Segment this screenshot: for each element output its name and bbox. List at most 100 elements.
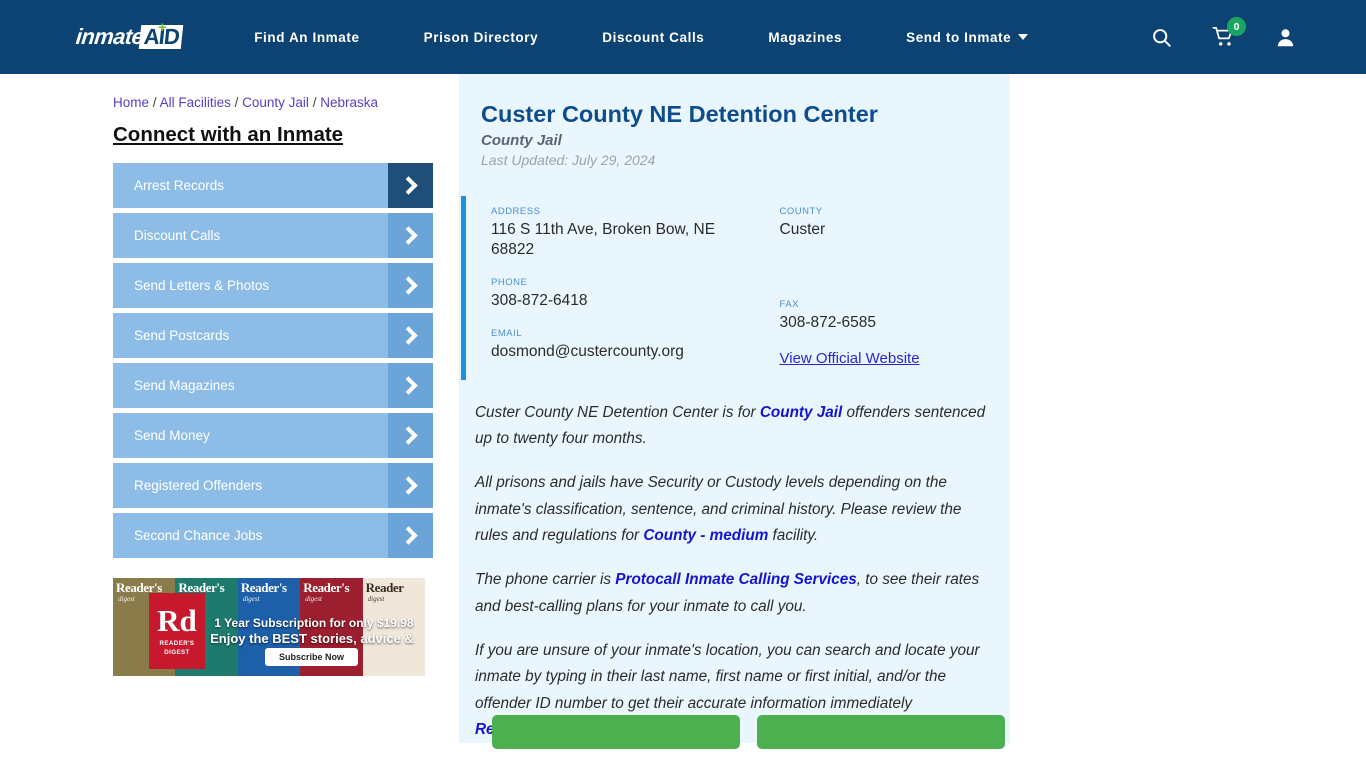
ad-brand-sub: READER'S DIGEST <box>159 639 195 656</box>
county-value: Custer <box>779 221 826 239</box>
search-icon[interactable] <box>1151 27 1172 48</box>
nav-item-discount-calls[interactable]: Discount Calls <box>602 30 704 45</box>
ad-cover-sub: digest <box>118 595 135 603</box>
ad-cover-sub: digest <box>305 595 322 603</box>
ad-cover-sub: digest <box>242 595 260 603</box>
sidebar-item-label: Send Postcards <box>134 328 230 343</box>
breadcrumb-separator: / <box>312 95 317 110</box>
official-website-link[interactable]: View Official Website <box>780 350 920 367</box>
facility-info-left: ADDRESS 116 S 11th Ave, Broken Bow, NE 6… <box>491 206 751 368</box>
nav-icon-group: 0 <box>1151 17 1296 48</box>
sidebar-item-second-chance-jobs[interactable]: Second Chance Jobs <box>113 513 433 558</box>
county-group: COUNTY Custer <box>780 206 1011 240</box>
p1-text-a: Custer County NE Detention Center is for <box>475 403 760 421</box>
breadcrumb-item-home[interactable]: Home <box>113 95 149 110</box>
sidebar-item-send-money[interactable]: Send Money <box>113 413 433 458</box>
cart-icon[interactable]: 0 <box>1212 17 1246 48</box>
county-label: COUNTY <box>779 206 823 218</box>
ad-subscribe-button[interactable]: Subscribe Now <box>265 648 359 666</box>
chevron-right-icon <box>388 463 433 508</box>
cta-button-secondary[interactable] <box>757 715 1005 750</box>
page-content: Home / All Facilities / County Jail / Ne… <box>0 74 1366 750</box>
sidebar-item-send-magazines[interactable]: Send Magazines <box>113 363 433 408</box>
user-icon[interactable] <box>1275 27 1296 48</box>
top-navigation-bar: inmate AID + Find An Inmate Prison Direc… <box>0 0 1366 74</box>
p2-text-b: facility. <box>768 527 819 545</box>
chevron-right-icon <box>388 513 433 558</box>
phone-value: 308-872-6418 <box>491 291 588 309</box>
facility-info-block: ADDRESS 116 S 11th Ave, Broken Bow, NE 6… <box>461 196 1010 380</box>
link-county-jail[interactable]: County Jail <box>760 404 842 421</box>
sidebar-item-send-letters-photos[interactable]: Send Letters & Photos <box>113 263 433 308</box>
description-paragraph-3: The phone carrier is Protocall Inmate Ca… <box>475 567 988 620</box>
primary-nav-links: Find An Inmate Prison Directory Discount… <box>254 30 1095 45</box>
link-protocall[interactable]: Protocall Inmate Calling Services <box>615 571 856 588</box>
breadcrumb-separator: / <box>152 95 157 110</box>
sidebar-item-send-postcards[interactable]: Send Postcards <box>113 313 433 358</box>
ad-headline: 1 Year Subscription for only $19.98 <box>214 616 414 630</box>
main-column: Custer County NE Detention Center County… <box>459 74 1010 750</box>
sidebar-column: Home / All Facilities / County Jail / Ne… <box>113 74 433 743</box>
nav-item-prison-directory[interactable]: Prison Directory <box>424 30 539 45</box>
breadcrumb-item-all-facilities[interactable]: All Facilities <box>160 95 231 110</box>
cta-button-primary[interactable] <box>492 715 740 750</box>
cta-button-row <box>492 715 1005 750</box>
sidebar-item-label: Discount Calls <box>134 228 221 243</box>
p4-text-a: If you are unsure of your inmate's locat… <box>475 641 980 712</box>
chevron-down-icon <box>1018 34 1029 40</box>
sidebar-item-registered-offenders[interactable]: Registered Offenders <box>113 463 433 508</box>
breadcrumb-item-nebraska[interactable]: Nebraska <box>320 95 378 110</box>
chevron-right-icon <box>388 313 433 358</box>
sidebar-item-label: Send Money <box>134 428 210 443</box>
site-logo[interactable]: inmate AID + <box>75 19 184 52</box>
email-value: dosmond@custercounty.org <box>491 342 684 360</box>
facility-info-right: COUNTY Custer FAX 308-872-6585 View Offi… <box>751 206 1011 368</box>
sidebar-item-discount-calls[interactable]: Discount Calls <box>113 213 433 258</box>
fax-group: FAX 308-872-6585 <box>780 299 1011 333</box>
last-updated-text: Last Updated: July 29, 2024 <box>481 152 656 169</box>
address-label: ADDRESS <box>491 206 541 218</box>
email-group: EMAIL dosmond@custercounty.org <box>491 328 751 362</box>
chevron-right-icon <box>388 413 433 458</box>
cart-count-badge: 0 <box>1227 17 1246 36</box>
page-title: Custer County NE Detention Center <box>481 101 878 127</box>
advertisement-banner[interactable]: Reader's digest Reader's digest Reader's… <box>113 578 425 676</box>
nav-item-find-an-inmate[interactable]: Find An Inmate <box>254 30 359 45</box>
breadcrumb-item-county-jail[interactable]: County Jail <box>242 95 309 110</box>
ad-cover-title: Reader <box>365 580 404 595</box>
breadcrumb: Home / All Facilities / County Jail / Ne… <box>113 95 433 110</box>
sidebar-item-arrest-records[interactable]: Arrest Records <box>113 163 433 208</box>
sidebar-item-label: Second Chance Jobs <box>134 528 263 543</box>
facility-description: Custer County NE Detention Center is for… <box>459 380 1010 743</box>
description-paragraph-2: All prisons and jails have Security or C… <box>475 470 988 549</box>
sidebar-item-label: Send Letters & Photos <box>134 278 270 293</box>
fax-value: 308-872-6585 <box>779 314 877 332</box>
ad-brand-mark: Rd <box>157 602 197 638</box>
phone-label: PHONE <box>491 276 528 288</box>
nav-item-send-to-inmate[interactable]: Send to Inmate <box>906 29 1029 45</box>
phone-group: PHONE 308-872-6418 <box>491 277 751 311</box>
logo-plus-icon: + <box>158 19 167 36</box>
ad-cover-sub: digest <box>367 595 385 603</box>
description-paragraph-1: Custer County NE Detention Center is for… <box>475 400 988 453</box>
sidebar-heading[interactable]: Connect with an Inmate <box>113 123 343 147</box>
website-group: View Official Website <box>780 350 1011 368</box>
sidebar-item-label: Arrest Records <box>134 178 225 193</box>
p3-text-a: The phone carrier is <box>475 571 616 589</box>
ad-cover-title: Reader's <box>303 580 350 595</box>
ad-brand-logo: Rd READER'S DIGEST <box>149 593 205 669</box>
chevron-right-icon <box>388 163 433 208</box>
link-county-medium[interactable]: County - medium <box>643 527 768 544</box>
facility-header: Custer County NE Detention Center County… <box>459 100 1010 168</box>
facility-type: County Jail <box>481 132 562 150</box>
chevron-right-icon <box>388 363 433 408</box>
facility-card: Custer County NE Detention Center County… <box>459 74 1010 750</box>
nav-item-send-to-inmate-label: Send to Inmate <box>906 29 1012 45</box>
sidebar-item-label: Send Magazines <box>134 378 235 393</box>
chevron-right-icon <box>388 213 433 258</box>
address-value: 116 S 11th Ave, Broken Bow, NE 68822 <box>491 221 716 259</box>
nav-item-magazines[interactable]: Magazines <box>768 30 842 45</box>
sidebar-item-label: Registered Offenders <box>134 478 263 493</box>
email-label: EMAIL <box>491 327 523 339</box>
